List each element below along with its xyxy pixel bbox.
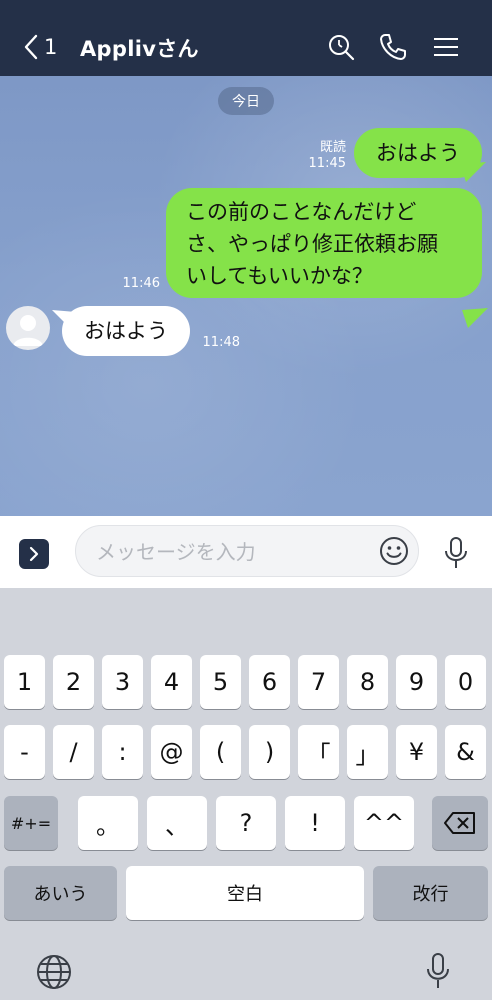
key-emoticon[interactable]: ^^	[354, 796, 414, 850]
kana-mode-key[interactable]: あいう	[4, 866, 117, 920]
key-open-bracket[interactable]: 「	[298, 725, 339, 779]
globe-icon[interactable]	[36, 954, 72, 990]
key-yen[interactable]: ¥	[396, 725, 437, 779]
chevron-left-icon	[24, 34, 38, 60]
unread-count: 1	[44, 35, 58, 59]
key-exclamation[interactable]: !	[285, 796, 345, 850]
message-input[interactable]	[94, 526, 378, 578]
key-close-paren[interactable]: )	[249, 725, 290, 779]
key-1[interactable]: 1	[4, 655, 45, 709]
key-4[interactable]: 4	[151, 655, 192, 709]
chat-header: 1 Applivさん	[0, 0, 492, 76]
key-at[interactable]: @	[151, 725, 192, 779]
key-9[interactable]: 9	[396, 655, 437, 709]
message-field[interactable]	[75, 525, 419, 578]
key-period[interactable]: 。	[78, 796, 138, 850]
message-time: 11:45	[308, 156, 346, 171]
key-3[interactable]: 3	[102, 655, 143, 709]
key-0[interactable]: 0	[445, 655, 486, 709]
message-meta: 既読 11:45	[300, 140, 346, 172]
key-close-bracket[interactable]: 」	[347, 725, 388, 779]
expand-menu-button[interactable]	[19, 539, 49, 569]
chevron-right-icon	[28, 546, 40, 562]
key-hyphen[interactable]: -	[4, 725, 45, 779]
key-comma[interactable]: 、	[147, 796, 207, 850]
message-text: おはよう	[84, 319, 168, 343]
microphone-icon[interactable]	[442, 536, 470, 570]
key-question[interactable]: ?	[216, 796, 276, 850]
message-bubble-incoming[interactable]: おはよう	[62, 306, 190, 356]
message-line: この前のことなんだけど	[186, 200, 417, 224]
key-6[interactable]: 6	[249, 655, 290, 709]
key-colon[interactable]: :	[102, 725, 143, 779]
key-8[interactable]: 8	[347, 655, 388, 709]
chat-title: Applivさん	[80, 37, 199, 61]
key-slash[interactable]: /	[53, 725, 94, 779]
key-open-paren[interactable]: (	[200, 725, 241, 779]
backspace-icon	[444, 812, 476, 834]
return-key[interactable]: 改行	[373, 866, 488, 920]
avatar[interactable]	[6, 306, 50, 350]
phone-icon[interactable]	[378, 32, 408, 62]
read-receipt: 既読	[319, 140, 346, 155]
back-button[interactable]: 1	[24, 30, 66, 64]
chat-area[interactable]: 今日 既読 11:45 おはよう 11:46 この前のことなんだけど さ、やっぱ…	[0, 76, 492, 516]
key-5[interactable]: 5	[200, 655, 241, 709]
message-time: 11:46	[122, 276, 160, 291]
menu-icon[interactable]	[432, 32, 462, 62]
emoji-icon[interactable]	[379, 536, 409, 566]
message-line: いしてもいいかな？	[186, 264, 373, 288]
bubble-tail	[462, 308, 488, 328]
key-ampersand[interactable]: &	[445, 725, 486, 779]
symbols-mode-key[interactable]: #+=	[4, 796, 58, 850]
message-text: おはよう	[376, 141, 460, 165]
date-separator: 今日	[218, 87, 274, 115]
key-7[interactable]: 7	[298, 655, 339, 709]
dictation-icon[interactable]	[424, 952, 452, 990]
search-icon[interactable]	[326, 32, 356, 62]
message-bubble-outgoing[interactable]: おはよう	[354, 128, 482, 178]
message-time: 11:48	[202, 335, 240, 350]
keyboard	[0, 588, 492, 1000]
message-bubble-outgoing[interactable]: この前のことなんだけど さ、やっぱり修正依頼お願 いしてもいいかな？	[166, 188, 482, 298]
key-2[interactable]: 2	[53, 655, 94, 709]
backspace-key[interactable]	[432, 796, 488, 850]
message-line: さ、やっぱり修正依頼お願	[186, 232, 438, 256]
space-key[interactable]: 空白	[126, 866, 364, 920]
